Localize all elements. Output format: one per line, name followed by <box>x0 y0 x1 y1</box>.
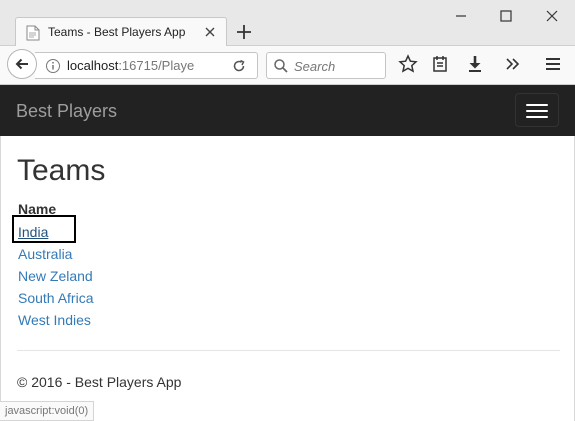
list-item: South Africa <box>18 289 94 311</box>
back-button[interactable] <box>7 49 37 79</box>
tab-title: Teams - Best Players App <box>48 25 186 39</box>
address-bar[interactable]: localhost:16715/Playe <box>35 52 258 79</box>
divider <box>17 350 560 351</box>
list-item: West Indies <box>18 311 94 333</box>
footer-text: © 2016 - Best Players App <box>17 374 182 390</box>
download-icon[interactable] <box>465 54 485 74</box>
list-item: Australia <box>18 245 94 267</box>
team-link-south-africa[interactable]: South Africa <box>18 290 94 306</box>
reload-icon[interactable] <box>231 58 247 74</box>
search-icon <box>274 59 288 73</box>
team-link-west-indies[interactable]: West Indies <box>18 312 91 328</box>
browser-tab[interactable]: Teams - Best Players App <box>15 17 227 47</box>
main-content: Teams Name India Australia New Zeland So… <box>0 136 575 421</box>
info-icon[interactable] <box>45 58 61 74</box>
search-bar[interactable]: Search <box>266 52 386 79</box>
maximize-icon[interactable] <box>497 7 515 25</box>
reading-list-icon[interactable] <box>430 54 450 74</box>
navbar-toggle-button[interactable] <box>515 93 559 127</box>
new-tab-icon[interactable] <box>234 22 254 42</box>
browser-titlebar: Teams - Best Players App <box>0 0 575 47</box>
list-item: New Zeland <box>18 267 94 289</box>
minimize-icon[interactable] <box>452 7 470 25</box>
menu-icon[interactable] <box>543 54 563 74</box>
page-title: Teams <box>17 154 106 187</box>
status-bar: javascript:void(0) <box>0 401 95 421</box>
close-window-icon[interactable] <box>543 7 561 25</box>
highlight-box <box>12 215 76 243</box>
team-link-new-zeland[interactable]: New Zeland <box>18 268 93 284</box>
bookmark-star-icon[interactable] <box>398 54 418 74</box>
search-placeholder: Search <box>294 59 336 74</box>
overflow-chevron-icon[interactable] <box>502 54 522 74</box>
browser-toolbar: localhost:16715/Playe Search <box>0 46 575 85</box>
brand-link[interactable]: Best Players <box>16 101 117 122</box>
page-icon <box>26 25 40 41</box>
team-link-australia[interactable]: Australia <box>18 246 72 262</box>
site-navbar: Best Players <box>0 85 575 136</box>
arrow-left-icon <box>15 58 28 70</box>
url-text[interactable]: localhost:16715/Playe <box>67 58 197 73</box>
close-icon[interactable] <box>202 24 218 40</box>
